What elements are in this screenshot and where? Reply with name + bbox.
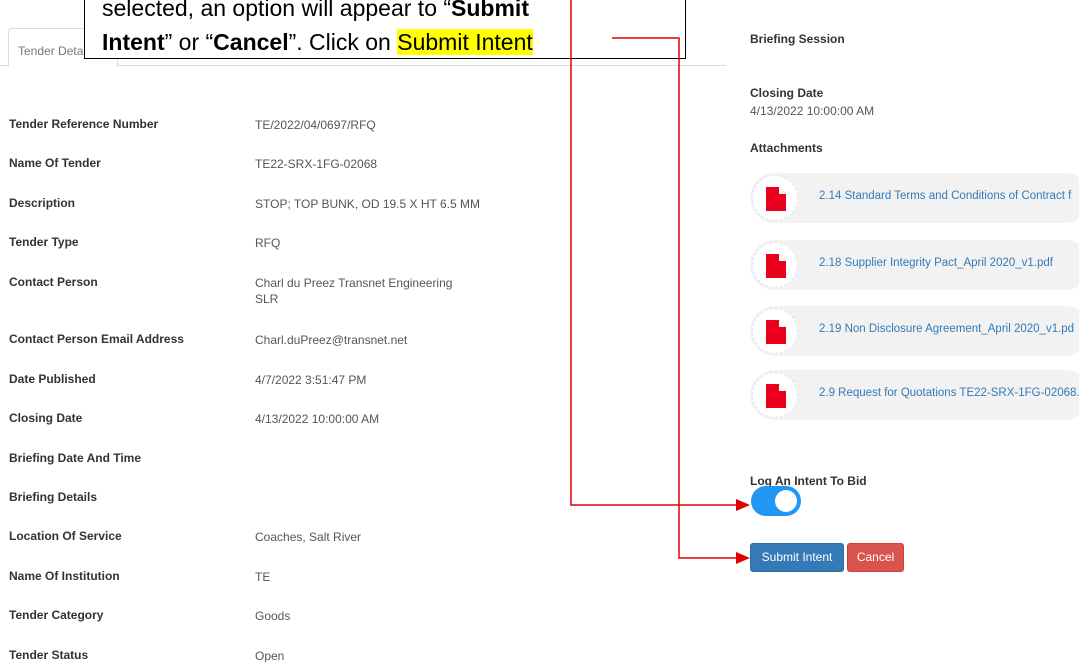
annotation-arrows [570, 0, 750, 564]
arrow-to-submit [612, 37, 738, 559]
arrow-head-submit [736, 552, 750, 564]
arrow-head-toggle [736, 499, 750, 511]
arrow-to-toggle [570, 0, 738, 506]
